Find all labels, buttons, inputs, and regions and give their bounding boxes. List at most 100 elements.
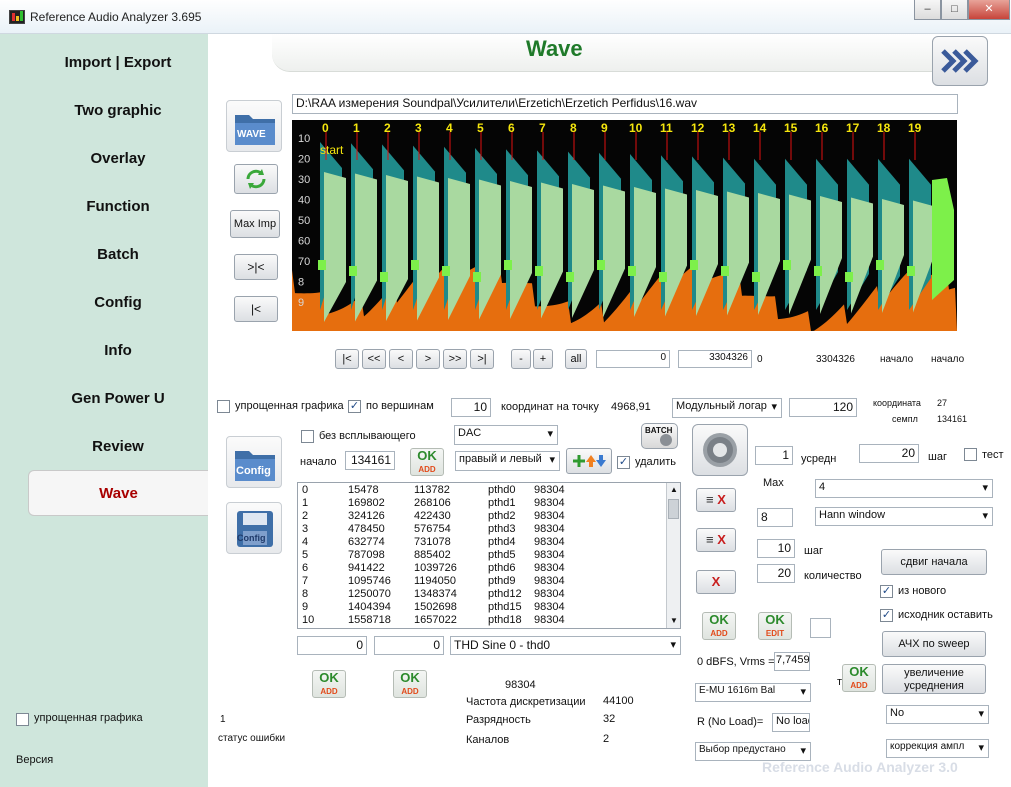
segment-list[interactable]: 0 15478 113782 pthd0 98304 1 169802 268106 pthd1… bbox=[297, 482, 681, 629]
sample-rate-value: 44100 bbox=[603, 695, 634, 707]
zoom-in-button[interactable]: + bbox=[533, 349, 553, 369]
delete-checkbox[interactable]: ✓ bbox=[617, 456, 630, 469]
page-header bbox=[272, 34, 932, 72]
fft-field[interactable]: 8 bbox=[757, 508, 793, 527]
test-checkbox[interactable] bbox=[964, 448, 977, 461]
scroll-thumb[interactable] bbox=[668, 499, 679, 519]
bottom-field-a[interactable]: 0 bbox=[297, 636, 367, 655]
average-field[interactable]: 1 bbox=[755, 446, 793, 465]
next-button[interactable] bbox=[932, 36, 988, 86]
device-select[interactable]: E-MU 1616m Bal bbox=[695, 683, 811, 702]
sidebar-item-import-export[interactable]: Import | Export bbox=[28, 40, 208, 86]
r-no-load-field[interactable]: No load bbox=[772, 713, 810, 732]
bottom-field-b[interactable]: 0 bbox=[374, 636, 444, 655]
from-new-checkbox[interactable]: ✓ bbox=[880, 585, 893, 598]
nav-prev-button[interactable]: < bbox=[389, 349, 413, 369]
nav-rewind-button[interactable]: << bbox=[362, 349, 386, 369]
sidebar-item-info[interactable]: Info bbox=[28, 328, 208, 374]
ok-add-bottom-2-button[interactable]: OK ADD bbox=[393, 670, 427, 698]
refresh-button[interactable] bbox=[234, 164, 278, 194]
remove-button-2[interactable]: ≡ X bbox=[696, 528, 736, 552]
count-field[interactable]: 20 bbox=[757, 564, 795, 583]
list-cell: 9 bbox=[302, 601, 309, 613]
batch-button[interactable]: BATCH bbox=[641, 423, 678, 449]
scroll-down-icon[interactable]: ▼ bbox=[667, 614, 680, 628]
zoom-out-button[interactable]: - bbox=[511, 349, 531, 369]
shift-start-button[interactable]: сдвиг начала bbox=[881, 549, 987, 575]
ok-add-list-button[interactable]: OK ADD bbox=[702, 612, 736, 640]
remove-button-3[interactable]: X bbox=[696, 570, 736, 594]
dbfs-field[interactable]: 7,7459 bbox=[774, 652, 810, 671]
amp-correction-select[interactable]: коррекция ампл bbox=[886, 739, 989, 758]
sidebar-item-overlay[interactable]: Overlay bbox=[28, 136, 208, 182]
range-end-field[interactable]: 3304326 bbox=[678, 350, 752, 368]
keep-source-label: исходник оставить bbox=[898, 609, 993, 621]
sidebar-item-two-graphic[interactable]: Two graphic bbox=[28, 88, 208, 134]
segment-pale bbox=[324, 172, 346, 322]
open-config-button[interactable]: Config bbox=[226, 436, 282, 488]
add-arrows-button[interactable] bbox=[566, 448, 612, 474]
channel-select[interactable]: правый и левый bbox=[455, 451, 560, 471]
simple-graph-label: упрощенная графика bbox=[235, 400, 344, 412]
list-cell: 169802 bbox=[348, 497, 385, 509]
remove-button-1[interactable]: ≡ X bbox=[696, 488, 736, 512]
mode-value-field[interactable]: 120 bbox=[789, 398, 857, 417]
file-path-field[interactable]: D:\RAA измерения Soundpal\Усилители\Erze… bbox=[292, 94, 958, 114]
ok-add-begin-button[interactable]: OK ADD bbox=[410, 448, 444, 476]
config-save-label: Config bbox=[237, 533, 266, 543]
sidebar-item-wave[interactable]: Wave bbox=[28, 470, 208, 516]
simple-graph-checkbox[interactable] bbox=[217, 400, 230, 413]
increase-averaging-button[interactable]: увеличение усреднения bbox=[882, 664, 986, 694]
small-empty-field[interactable] bbox=[810, 618, 831, 638]
list-cell: 98304 bbox=[534, 549, 565, 561]
range-start-field[interactable]: 0 bbox=[596, 350, 670, 368]
open-wave-button[interactable]: WAVE bbox=[226, 100, 282, 152]
list-cell: pthd5 bbox=[488, 549, 516, 561]
nav-last-button[interactable]: >| bbox=[470, 349, 494, 369]
waveform-chart[interactable]: 0 1 2 3 4 5 6 7 8 9 10 11 12 13 14 15 16 17 18 19 10 20 30 40 50… bbox=[292, 120, 957, 331]
minimize-button[interactable]: – bbox=[914, 0, 941, 20]
maximize-button[interactable]: □ bbox=[941, 0, 968, 20]
dac-select[interactable]: DAC bbox=[454, 425, 558, 445]
signal-select[interactable]: THD Sine 0 - thd0 bbox=[450, 636, 681, 655]
bit-depth-label: Разрядность bbox=[466, 714, 531, 726]
ok-add-bottom-1-button[interactable]: OK ADD bbox=[312, 670, 346, 698]
segment-green bbox=[473, 272, 481, 282]
coords-per-point-field[interactable]: 10 bbox=[451, 398, 491, 417]
keep-source-checkbox[interactable]: ✓ bbox=[880, 609, 893, 622]
segment-green bbox=[442, 266, 450, 276]
nav-first-button[interactable]: |< bbox=[335, 349, 359, 369]
scroll-up-icon[interactable]: ▲ bbox=[667, 483, 680, 497]
mode-select[interactable]: Модульный логар bbox=[672, 398, 782, 418]
max-imp-button[interactable]: Max Imp bbox=[230, 210, 280, 238]
sidebar-item-config[interactable]: Config bbox=[28, 280, 208, 326]
settings-button[interactable] bbox=[692, 424, 748, 476]
nav-forward-button[interactable]: >> bbox=[443, 349, 467, 369]
step-field[interactable]: 20 bbox=[859, 444, 919, 463]
start-button[interactable]: |< bbox=[234, 296, 278, 322]
sidebar-item-review[interactable]: Review bbox=[28, 424, 208, 470]
freq-sweep-button[interactable]: АЧХ по sweep bbox=[882, 631, 986, 657]
by-peaks-checkbox[interactable]: ✓ bbox=[348, 400, 361, 413]
sidebar-item-gen-power-u[interactable]: Gen Power U bbox=[28, 376, 208, 422]
sidebar-item-function[interactable]: Function bbox=[28, 184, 208, 230]
list-cell: 98304 bbox=[534, 601, 565, 613]
no-popup-checkbox[interactable] bbox=[301, 430, 314, 443]
begin-field[interactable]: 134161 bbox=[345, 451, 395, 470]
ok-edit-button[interactable]: OK EDIT bbox=[758, 612, 792, 640]
segment-green bbox=[597, 260, 605, 270]
save-config-button[interactable]: Config bbox=[226, 502, 282, 554]
fit-button[interactable]: >|< bbox=[234, 254, 278, 280]
step2-field[interactable]: 10 bbox=[757, 539, 795, 558]
no-select[interactable]: No bbox=[886, 705, 989, 724]
list-scrollbar[interactable]: ▲ ▼ bbox=[666, 483, 680, 628]
window-select[interactable]: Hann window bbox=[815, 507, 993, 526]
max-select[interactable]: 4 bbox=[815, 479, 993, 498]
nav-next-button[interactable]: > bbox=[416, 349, 440, 369]
sidebar-item-batch[interactable]: Batch bbox=[28, 232, 208, 278]
close-button[interactable]: ✕ bbox=[968, 0, 1010, 20]
zoom-all-button[interactable]: all bbox=[565, 349, 587, 369]
simple-graph-sidebar-checkbox[interactable] bbox=[16, 713, 29, 726]
step2-label: шаг bbox=[804, 545, 823, 557]
ok-add-test-button[interactable]: OK ADD bbox=[842, 664, 876, 692]
